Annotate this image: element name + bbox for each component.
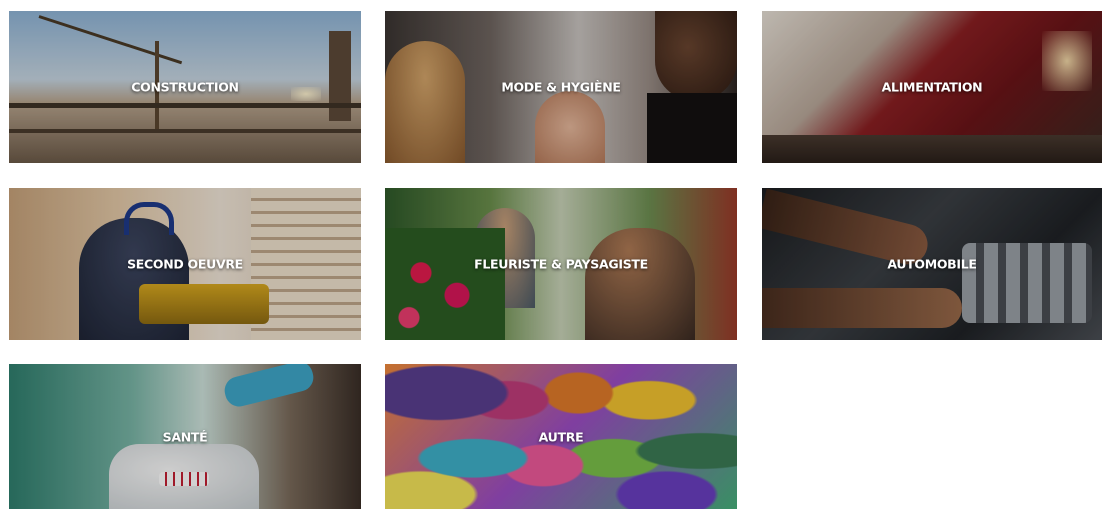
category-tile-fleuriste-paysagiste[interactable]: FLEURISTE & PAYSAGISTE [385, 188, 737, 340]
category-tile-construction[interactable]: CONSTRUCTION [9, 11, 361, 163]
category-tile-second-oeuvre[interactable]: SECOND OEUVRE [9, 188, 361, 340]
category-tile-sante[interactable]: SANTÉ [9, 364, 361, 509]
category-label: FLEURISTE & PAYSAGISTE [474, 256, 648, 272]
category-tile-alimentation[interactable]: ALIMENTATION [762, 11, 1102, 163]
category-grid: CONSTRUCTION MODE & HYGIÈNE ALIMENTATION… [0, 0, 1102, 509]
category-label: MODE & HYGIÈNE [501, 79, 621, 95]
category-tile-mode-hygiene[interactable]: MODE & HYGIÈNE [385, 11, 737, 163]
category-label: AUTOMOBILE [887, 256, 977, 272]
category-tile-autre[interactable]: AUTRE [385, 364, 737, 509]
category-label: SANTÉ [162, 429, 208, 444]
category-label: SECOND OEUVRE [127, 256, 243, 272]
category-label: AUTRE [538, 429, 584, 444]
category-label: ALIMENTATION [881, 79, 983, 95]
category-label: CONSTRUCTION [131, 79, 239, 95]
category-tile-automobile[interactable]: AUTOMOBILE [762, 188, 1102, 340]
